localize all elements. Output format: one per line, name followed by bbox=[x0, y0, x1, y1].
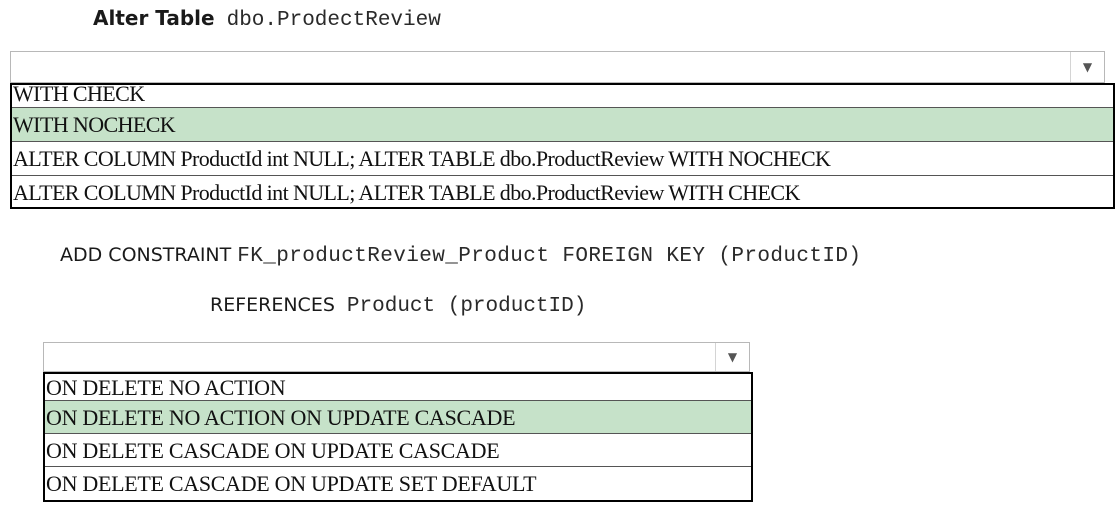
add-constraint-keyword: ADD CONSTRAINT bbox=[60, 244, 232, 266]
option-on-delete-no-action[interactable]: ON DELETE NO ACTION bbox=[45, 374, 751, 401]
table-name: dbo.ProdectReview bbox=[226, 9, 441, 32]
references-keyword: REFERENCES bbox=[210, 294, 335, 316]
chevron-down-icon[interactable]: ▼ bbox=[1070, 52, 1104, 82]
option-with-nocheck[interactable]: WITH NOCHECK bbox=[12, 108, 1113, 142]
cascade-option-dropdown[interactable]: ▼ bbox=[43, 342, 750, 372]
option-no-action-update-cascade[interactable]: ON DELETE NO ACTION ON UPDATE CASCADE bbox=[45, 401, 751, 434]
constraint-definition: FK_productReview_Product FOREIGN KEY (Pr… bbox=[237, 245, 862, 268]
references-target: Product (productID) bbox=[346, 295, 587, 318]
check-option-list: WITH CHECK WITH NOCHECK ALTER COLUMN Pro… bbox=[10, 83, 1115, 209]
option-cascade-update-cascade[interactable]: ON DELETE CASCADE ON UPDATE CASCADE bbox=[45, 434, 751, 467]
option-alter-column-check[interactable]: ALTER COLUMN ProductId int NULL; ALTER T… bbox=[12, 176, 1113, 210]
references-statement: REFERENCES Product (productID) bbox=[210, 294, 586, 318]
alter-table-keyword: Alter Table bbox=[93, 6, 215, 30]
check-option-dropdown[interactable]: ▼ bbox=[10, 51, 1105, 83]
chevron-down-icon[interactable]: ▼ bbox=[715, 343, 749, 371]
option-alter-column-nocheck[interactable]: ALTER COLUMN ProductId int NULL; ALTER T… bbox=[12, 142, 1113, 176]
option-with-check[interactable]: WITH CHECK bbox=[12, 85, 1113, 108]
add-constraint-statement: ADD CONSTRAINT FK_productReview_Product … bbox=[60, 244, 861, 268]
cascade-option-list: ON DELETE NO ACTION ON DELETE NO ACTION … bbox=[43, 372, 753, 502]
alter-table-statement: Alter Table dbo.ProdectReview bbox=[93, 6, 441, 36]
option-cascade-update-set-default[interactable]: ON DELETE CASCADE ON UPDATE SET DEFAULT bbox=[45, 467, 751, 500]
